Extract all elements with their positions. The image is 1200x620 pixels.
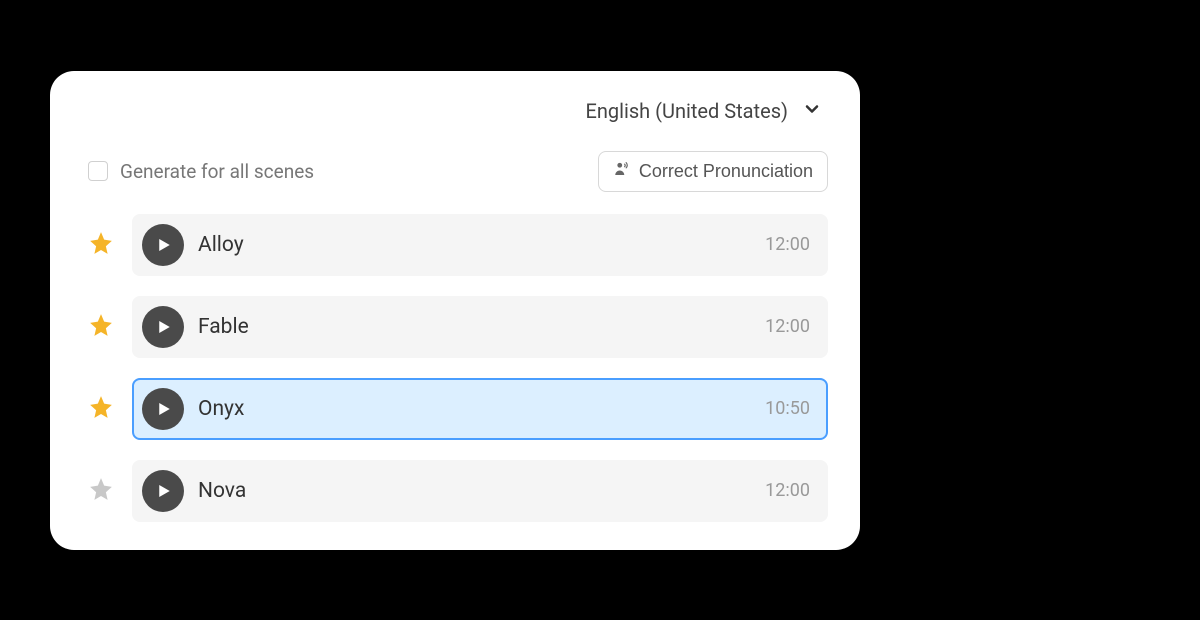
checkbox-icon [88,161,108,181]
voice-time: 12:00 [765,480,810,501]
star-icon[interactable] [88,312,114,342]
voice-name: Fable [198,315,751,339]
voice-item-nova[interactable]: Nova 12:00 [132,460,828,522]
voice-item-fable[interactable]: Fable 12:00 [132,296,828,358]
voice-row: Nova 12:00 [88,460,828,522]
voice-row: Alloy 12:00 [88,214,828,276]
generate-all-scenes-checkbox[interactable]: Generate for all scenes [88,160,314,183]
play-icon[interactable] [142,306,184,348]
star-icon[interactable] [88,394,114,424]
star-icon[interactable] [88,230,114,260]
play-icon[interactable] [142,388,184,430]
voice-list: Alloy 12:00 Fable 12:00 [82,214,828,522]
voice-name: Onyx [198,397,751,421]
voice-row: Fable 12:00 [88,296,828,358]
language-selector[interactable]: English (United States) [82,99,828,123]
correct-pronunciation-button[interactable]: Correct Pronunciation [598,151,828,192]
language-selected-label: English (United States) [585,99,788,123]
play-icon[interactable] [142,470,184,512]
voice-row: Onyx 10:50 [88,378,828,440]
correct-pronunciation-label: Correct Pronunciation [639,161,813,182]
play-icon[interactable] [142,224,184,266]
voice-time: 12:00 [765,316,810,337]
voice-item-alloy[interactable]: Alloy 12:00 [132,214,828,276]
person-speaking-icon [613,160,631,183]
voice-time: 12:00 [765,234,810,255]
options-row: Generate for all scenes Correct Pronunci… [82,151,828,192]
voice-item-onyx[interactable]: Onyx 10:50 [132,378,828,440]
voice-name: Alloy [198,233,751,257]
star-icon[interactable] [88,476,114,506]
chevron-down-icon[interactable] [802,99,822,123]
voice-name: Nova [198,479,751,503]
generate-all-label: Generate for all scenes [120,160,314,183]
voice-time: 10:50 [765,398,810,419]
voice-selection-card: English (United States) Generate for all… [50,71,860,550]
